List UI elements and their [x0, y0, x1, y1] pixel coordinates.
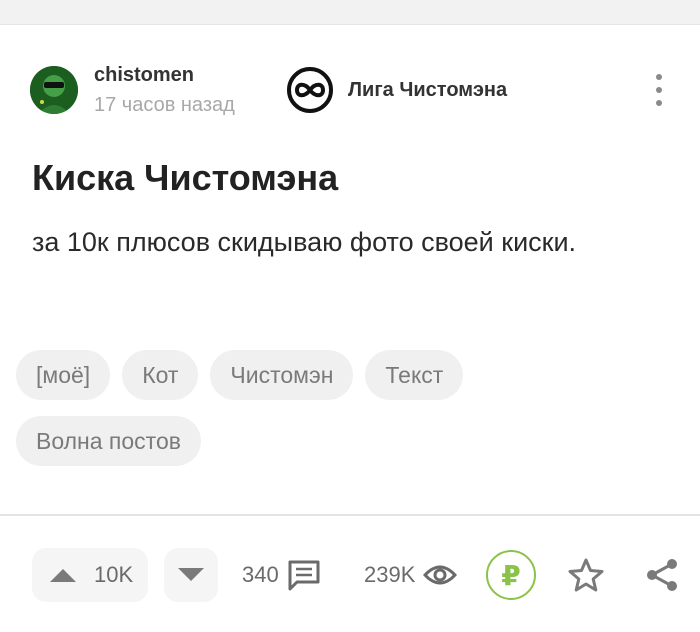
tag-item[interactable]: Волна постов — [16, 416, 201, 466]
community-link[interactable]: Лига Чистомэна — [286, 66, 507, 114]
star-icon — [568, 558, 604, 592]
downvote-button[interactable] — [164, 548, 218, 602]
author-name[interactable]: chistomen — [94, 64, 194, 87]
post-header: chistomen 17 часов назад Лига Чистомэна — [0, 60, 700, 120]
tag-item[interactable]: Чистомэн — [210, 350, 354, 400]
community-logo-icon — [287, 67, 333, 113]
upvote-button[interactable]: 10K — [32, 548, 148, 602]
more-vertical-icon[interactable] — [648, 74, 670, 106]
community-name: Лига Чистомэна — [348, 78, 508, 101]
triangle-up-icon — [50, 569, 76, 582]
post-time: 17 часов назад — [94, 94, 235, 116]
donate-button[interactable]: ₽ — [486, 550, 536, 600]
post-footer: 10K 340 239K ₽ — [0, 548, 700, 602]
share-button[interactable] — [643, 556, 681, 594]
rating-count: 10K — [94, 562, 134, 587]
views-count: 239K — [364, 562, 416, 587]
triangle-down-icon — [178, 568, 204, 581]
views-stat: 239K — [364, 548, 458, 602]
post-body: за 10к плюсов скидываю фото своей киски. — [32, 227, 577, 257]
save-button[interactable] — [567, 556, 605, 594]
tag-item[interactable]: Кот — [122, 350, 199, 400]
divider — [0, 514, 700, 516]
comments-count: 340 — [242, 562, 279, 587]
tag-list: [моё] Кот Чистомэн Текст Волна постов — [16, 350, 636, 482]
tag-item[interactable]: Текст — [365, 350, 464, 400]
top-bar — [0, 0, 700, 25]
share-icon — [647, 559, 677, 591]
comment-icon — [288, 560, 320, 591]
eye-icon — [423, 565, 458, 585]
post-title[interactable]: Киска Чистомэна — [32, 156, 338, 200]
comments-button[interactable]: 340 — [242, 548, 321, 602]
tag-item[interactable]: [моё] — [16, 350, 111, 400]
avatar[interactable] — [30, 66, 78, 114]
